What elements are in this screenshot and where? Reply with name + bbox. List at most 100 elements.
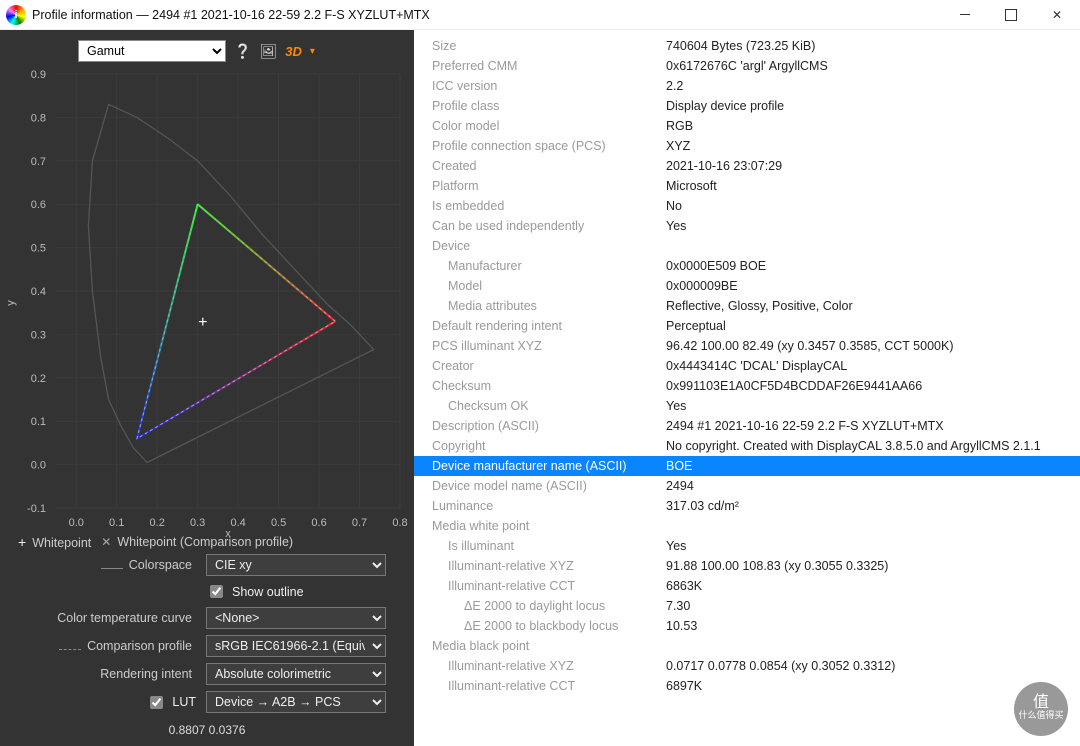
- info-key: Manufacturer: [426, 256, 666, 276]
- info-key: Created: [426, 156, 666, 176]
- comparison-profile-label: Comparison profile: [16, 639, 196, 653]
- svg-text:0.4: 0.4: [31, 286, 46, 298]
- info-row[interactable]: Illuminant-relative CCT6897K: [414, 676, 1080, 696]
- info-row[interactable]: Is illuminantYes: [414, 536, 1080, 556]
- info-row[interactable]: Description (ASCII)2494 #1 2021-10-16 22…: [414, 416, 1080, 436]
- info-key: Media black point: [426, 636, 666, 656]
- close-button[interactable]: [1034, 0, 1080, 30]
- info-value: 0x000009BE: [666, 276, 1068, 296]
- info-row[interactable]: CopyrightNo copyright. Created with Disp…: [414, 436, 1080, 456]
- info-key: ΔE 2000 to blackbody locus: [426, 616, 666, 636]
- info-row[interactable]: Device model name (ASCII)2494: [414, 476, 1080, 496]
- info-row[interactable]: PlatformMicrosoft: [414, 176, 1080, 196]
- info-row[interactable]: Checksum0x991103E1A0CF5D4BCDDAF26E9441AA…: [414, 376, 1080, 396]
- info-key: Size: [426, 36, 666, 56]
- info-key: Color model: [426, 116, 666, 136]
- info-key: Device manufacturer name (ASCII): [426, 456, 666, 476]
- info-key: Device: [426, 236, 666, 256]
- info-row[interactable]: Media black point: [414, 636, 1080, 656]
- info-key: Creator: [426, 356, 666, 376]
- info-key: Illuminant-relative XYZ: [426, 556, 666, 576]
- svg-text:0.1: 0.1: [109, 517, 124, 529]
- window-title: Profile information — 2494 #1 2021-10-16…: [32, 8, 942, 22]
- colorspace-select[interactable]: CIE xy: [206, 554, 386, 576]
- info-row[interactable]: Illuminant-relative XYZ91.88 100.00 108.…: [414, 556, 1080, 576]
- maximize-button[interactable]: [988, 0, 1034, 30]
- info-value: 2494: [666, 476, 1068, 496]
- info-key: Illuminant-relative CCT: [426, 676, 666, 696]
- info-key: PCS illuminant XYZ: [426, 336, 666, 356]
- svg-text:+: +: [198, 314, 207, 331]
- info-row[interactable]: Preferred CMM0x6172676C 'argl' ArgyllCMS: [414, 56, 1080, 76]
- colorspace-label: Colorspace: [16, 558, 196, 572]
- svg-text:0.7: 0.7: [31, 156, 46, 168]
- info-key: Checksum: [426, 376, 666, 396]
- info-row[interactable]: Can be used independentlyYes: [414, 216, 1080, 236]
- info-row[interactable]: Checksum OKYes: [414, 396, 1080, 416]
- minimize-button[interactable]: [942, 0, 988, 30]
- rendering-intent-select[interactable]: Absolute colorimetric: [206, 663, 386, 685]
- info-row[interactable]: Profile classDisplay device profile: [414, 96, 1080, 116]
- info-row[interactable]: Color modelRGB: [414, 116, 1080, 136]
- info-row[interactable]: ΔE 2000 to blackbody locus10.53: [414, 616, 1080, 636]
- info-panel[interactable]: Size740604 Bytes (723.25 KiB)Preferred C…: [414, 30, 1080, 746]
- lut-select[interactable]: Device → A2B → PCS: [206, 691, 386, 713]
- titlebar: i Profile information — 2494 #1 2021-10-…: [0, 0, 1080, 30]
- info-key: Illuminant-relative XYZ: [426, 656, 666, 676]
- info-value: Yes: [666, 216, 1068, 236]
- info-row[interactable]: Illuminant-relative XYZ0.0717 0.0778 0.0…: [414, 656, 1080, 676]
- info-row[interactable]: Size740604 Bytes (723.25 KiB): [414, 36, 1080, 56]
- info-value: RGB: [666, 116, 1068, 136]
- view-3d-button[interactable]: 3D: [285, 44, 302, 59]
- svg-text:0.4: 0.4: [230, 517, 245, 529]
- help-icon[interactable]: ❔: [234, 43, 251, 60]
- info-row[interactable]: Media white point: [414, 516, 1080, 536]
- info-value: Reflective, Glossy, Positive, Color: [666, 296, 1068, 316]
- show-outline-checkbox[interactable]: Show outline: [206, 582, 386, 601]
- info-value: [666, 516, 1068, 536]
- info-row[interactable]: Luminance317.03 cd/m²: [414, 496, 1080, 516]
- image-icon[interactable]: 🖼: [259, 43, 277, 60]
- info-row[interactable]: Model0x000009BE: [414, 276, 1080, 296]
- chromaticity-chart[interactable]: 0.00.10.20.30.40.50.60.70.8-0.10.00.10.2…: [0, 68, 414, 530]
- info-value: 317.03 cd/m²: [666, 496, 1068, 516]
- app-icon: i: [6, 5, 26, 25]
- info-key: Illuminant-relative CCT: [426, 576, 666, 596]
- info-row[interactable]: Device manufacturer name (ASCII)BOE: [414, 456, 1080, 476]
- info-row[interactable]: Default rendering intentPerceptual: [414, 316, 1080, 336]
- info-value: XYZ: [666, 136, 1068, 156]
- svg-text:0.8: 0.8: [392, 517, 407, 529]
- svg-text:0.2: 0.2: [31, 373, 46, 385]
- info-key: Preferred CMM: [426, 56, 666, 76]
- svg-text:x: x: [225, 528, 231, 538]
- lut-checkbox[interactable]: LUT: [16, 693, 196, 712]
- info-row[interactable]: Media attributesReflective, Glossy, Posi…: [414, 296, 1080, 316]
- color-temp-select[interactable]: <None>: [206, 607, 386, 629]
- info-row[interactable]: Created2021-10-16 23:07:29: [414, 156, 1080, 176]
- info-row[interactable]: Profile connection space (PCS)XYZ: [414, 136, 1080, 156]
- info-value: 2.2: [666, 76, 1068, 96]
- comparison-profile-select[interactable]: sRGB IEC61966-2.1 (Equiva: [206, 635, 386, 657]
- svg-text:0.5: 0.5: [271, 517, 286, 529]
- info-value: [666, 636, 1068, 656]
- color-temp-label: Color temperature curve: [16, 611, 196, 625]
- info-row[interactable]: ΔE 2000 to daylight locus7.30: [414, 596, 1080, 616]
- info-value: 10.53: [666, 616, 1068, 636]
- chevron-down-icon[interactable]: ▾: [310, 46, 315, 57]
- info-row[interactable]: Illuminant-relative CCT6863K: [414, 576, 1080, 596]
- info-key: Copyright: [426, 436, 666, 456]
- info-key: Profile class: [426, 96, 666, 116]
- info-key: Media attributes: [426, 296, 666, 316]
- info-row[interactable]: Is embeddedNo: [414, 196, 1080, 216]
- info-row[interactable]: PCS illuminant XYZ96.42 100.00 82.49 (xy…: [414, 336, 1080, 356]
- info-row[interactable]: Manufacturer0x0000E509 BOE: [414, 256, 1080, 276]
- info-key: ΔE 2000 to daylight locus: [426, 596, 666, 616]
- info-row[interactable]: ICC version2.2: [414, 76, 1080, 96]
- info-key: Media white point: [426, 516, 666, 536]
- info-value: Yes: [666, 396, 1068, 416]
- gamut-select[interactable]: Gamut: [78, 40, 226, 62]
- info-row[interactable]: Creator0x4443414C 'DCAL' DisplayCAL: [414, 356, 1080, 376]
- info-row[interactable]: Device: [414, 236, 1080, 256]
- svg-text:-0.1: -0.1: [27, 503, 46, 515]
- svg-text:0.0: 0.0: [69, 517, 84, 529]
